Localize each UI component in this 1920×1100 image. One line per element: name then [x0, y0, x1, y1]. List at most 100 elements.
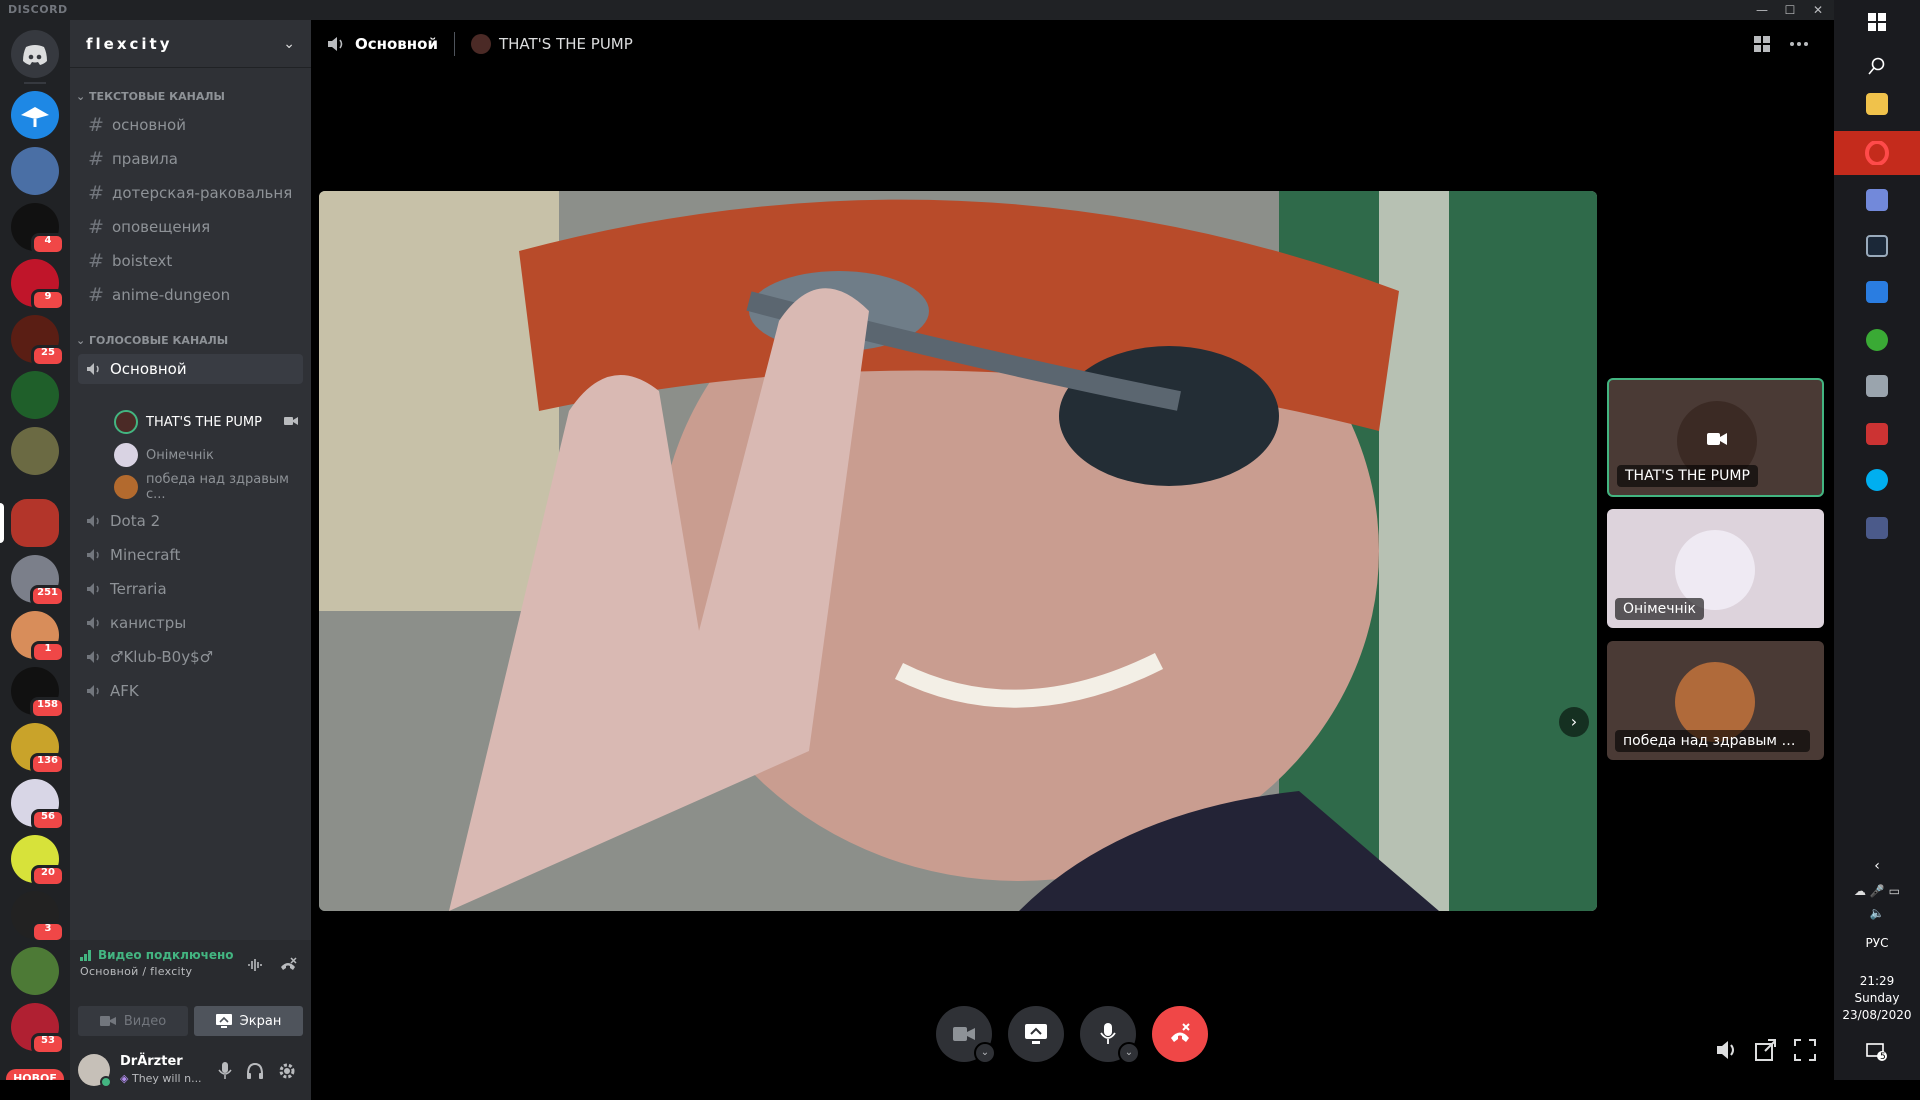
guild-header[interactable]: flexcity ⌄	[70, 20, 311, 68]
input-language[interactable]: РУС	[1834, 936, 1920, 950]
new-mentions-pill[interactable]: НОВОЕ	[6, 1069, 64, 1080]
camera-toggle-button[interactable]: ⌄	[936, 1006, 996, 1064]
channel-text[interactable]: # оповещения	[78, 212, 303, 242]
voice-channel[interactable]: AFK	[78, 676, 303, 706]
steam-icon[interactable]	[1834, 224, 1920, 268]
username[interactable]: DrÄrzter	[120, 1054, 183, 1069]
fullscreen-icon[interactable]	[1791, 1036, 1819, 1064]
voice-channel[interactable]: Dota 2	[78, 506, 303, 536]
channel-text[interactable]: # boistext	[78, 246, 303, 276]
server-icon[interactable]	[11, 427, 59, 475]
server-badge: 56	[31, 809, 65, 831]
participant-tile-active[interactable]: THAT'S THE PUMP	[1607, 378, 1824, 497]
end-call-icon	[1171, 1023, 1190, 1042]
server-icon[interactable]: 53	[11, 1003, 65, 1055]
screen-share-toggle-button[interactable]	[1008, 1006, 1064, 1062]
voice-channel[interactable]: Terraria	[78, 574, 303, 604]
focused-streamer-name: THAT'S THE PUMP	[498, 35, 633, 53]
voice-member[interactable]: победа над здравым с...	[114, 472, 304, 502]
discord-home-icon[interactable]	[11, 30, 59, 78]
voice-member[interactable]: THAT'S THE PUMP	[114, 408, 304, 436]
channel-text[interactable]: # anime-dungeon	[78, 280, 303, 310]
status-emoji-icon: ◈	[120, 1072, 132, 1085]
tray-expand-icon[interactable]: ‹	[1834, 858, 1920, 874]
skype-icon[interactable]	[1834, 458, 1920, 502]
chevron-down-icon[interactable]: ⌄	[974, 1042, 996, 1064]
torrent-icon[interactable]	[1834, 318, 1920, 362]
volume-tray-icon[interactable]: 🔈	[1834, 906, 1920, 920]
server-icon[interactable]: 25	[11, 315, 65, 367]
participant-tile[interactable]: Онімечнік	[1607, 509, 1824, 628]
app-icon[interactable]	[1834, 506, 1920, 550]
server-badge: 9	[31, 289, 65, 311]
opera-icon[interactable]	[1834, 131, 1920, 175]
server-icon[interactable]	[11, 947, 59, 995]
noise-suppression-icon[interactable]	[246, 956, 264, 974]
participant-tile[interactable]: победа над здравым с...	[1607, 641, 1824, 760]
avatar	[114, 475, 138, 499]
header-divider	[453, 32, 455, 56]
hash-icon: #	[88, 182, 104, 204]
popout-icon[interactable]	[1752, 1036, 1780, 1064]
server-icon-flexcity[interactable]	[11, 499, 59, 547]
mute-button[interactable]: ⌄	[1080, 1006, 1140, 1064]
server-icon[interactable]	[11, 91, 59, 139]
discord-taskbar-icon[interactable]	[1834, 178, 1920, 222]
clock-time[interactable]: 21:29	[1834, 974, 1920, 988]
participant-name: победа над здравым с...	[1615, 730, 1810, 752]
clock-day: Sunday	[1854, 991, 1900, 1005]
volume-icon[interactable]	[1713, 1036, 1741, 1064]
voice-member[interactable]: Онімечнік	[114, 441, 304, 469]
server-icon[interactable]: 4	[11, 203, 65, 255]
server-icon[interactable]: 20	[11, 835, 65, 887]
hash-icon: #	[88, 216, 104, 238]
server-icon[interactable]: 136	[11, 723, 65, 775]
channel-text[interactable]: # правила	[78, 144, 303, 174]
end-call-button[interactable]	[1152, 1006, 1208, 1062]
camera-icon	[953, 1027, 975, 1041]
screen-share-button[interactable]: Экран	[194, 1006, 303, 1036]
server-rail: 4 9 25 251 1 158 136 56 20 3 53 НОВОЕ	[0, 20, 70, 1080]
server-icon[interactable]: 56	[11, 779, 65, 831]
file-explorer-icon[interactable]	[1834, 82, 1920, 126]
windows-start-icon[interactable]	[1834, 0, 1920, 44]
app-icon[interactable]	[1834, 364, 1920, 408]
app-icon[interactable]	[1834, 412, 1920, 456]
voice-channel[interactable]: ♂Klub-B0y$♂	[78, 642, 303, 672]
server-icon[interactable]: 251	[11, 555, 65, 607]
headphones-icon[interactable]	[246, 1062, 264, 1080]
voice-channel[interactable]: Minecraft	[78, 540, 303, 570]
more-icon[interactable]	[1790, 42, 1808, 46]
close-button[interactable]: ✕	[1804, 0, 1832, 20]
voice-channel-active[interactable]: Основной	[78, 354, 303, 384]
voice-status[interactable]: Видео подключено	[98, 948, 234, 962]
disconnect-icon[interactable]	[278, 955, 298, 975]
next-participant-button[interactable]: ›	[1559, 707, 1589, 737]
server-icon[interactable]	[11, 147, 59, 195]
chevron-down-icon[interactable]: ⌄	[1118, 1042, 1140, 1064]
voice-channel[interactable]: канистры	[78, 608, 303, 638]
mail-icon[interactable]	[1834, 270, 1920, 314]
category-voice-channels[interactable]: ⌄ ГОЛОСОВЫЕ КАНАЛЫ	[76, 334, 228, 347]
main-video-feed[interactable]: ›	[319, 191, 1597, 911]
channel-text[interactable]: # дотерская-раковальня	[78, 178, 303, 208]
action-center-icon[interactable]: 5	[1834, 1030, 1920, 1074]
server-icon[interactable]: 3	[11, 891, 65, 943]
server-badge: 4	[31, 233, 65, 255]
avatar	[114, 410, 138, 434]
video-button[interactable]: Видео	[78, 1006, 188, 1036]
gear-icon[interactable]	[278, 1062, 296, 1080]
minimize-button[interactable]: —	[1748, 0, 1776, 20]
category-text-channels[interactable]: ⌄ ТЕКСТОВЫЕ КАНАЛЫ	[76, 90, 225, 103]
server-icon[interactable]	[11, 371, 59, 419]
server-icon[interactable]: 1	[11, 611, 65, 663]
channel-text[interactable]: # основной	[78, 110, 303, 140]
participant-name: Онімечнік	[1615, 598, 1705, 620]
tray-icons[interactable]: ☁ 🎤 ▭	[1834, 884, 1920, 898]
maximize-button[interactable]: ☐	[1776, 0, 1804, 20]
server-icon[interactable]: 9	[11, 259, 65, 311]
server-icon[interactable]: 158	[11, 667, 65, 719]
grid-icon[interactable]	[1754, 36, 1770, 52]
hash-icon: #	[88, 148, 104, 170]
mic-icon[interactable]	[218, 1062, 232, 1080]
